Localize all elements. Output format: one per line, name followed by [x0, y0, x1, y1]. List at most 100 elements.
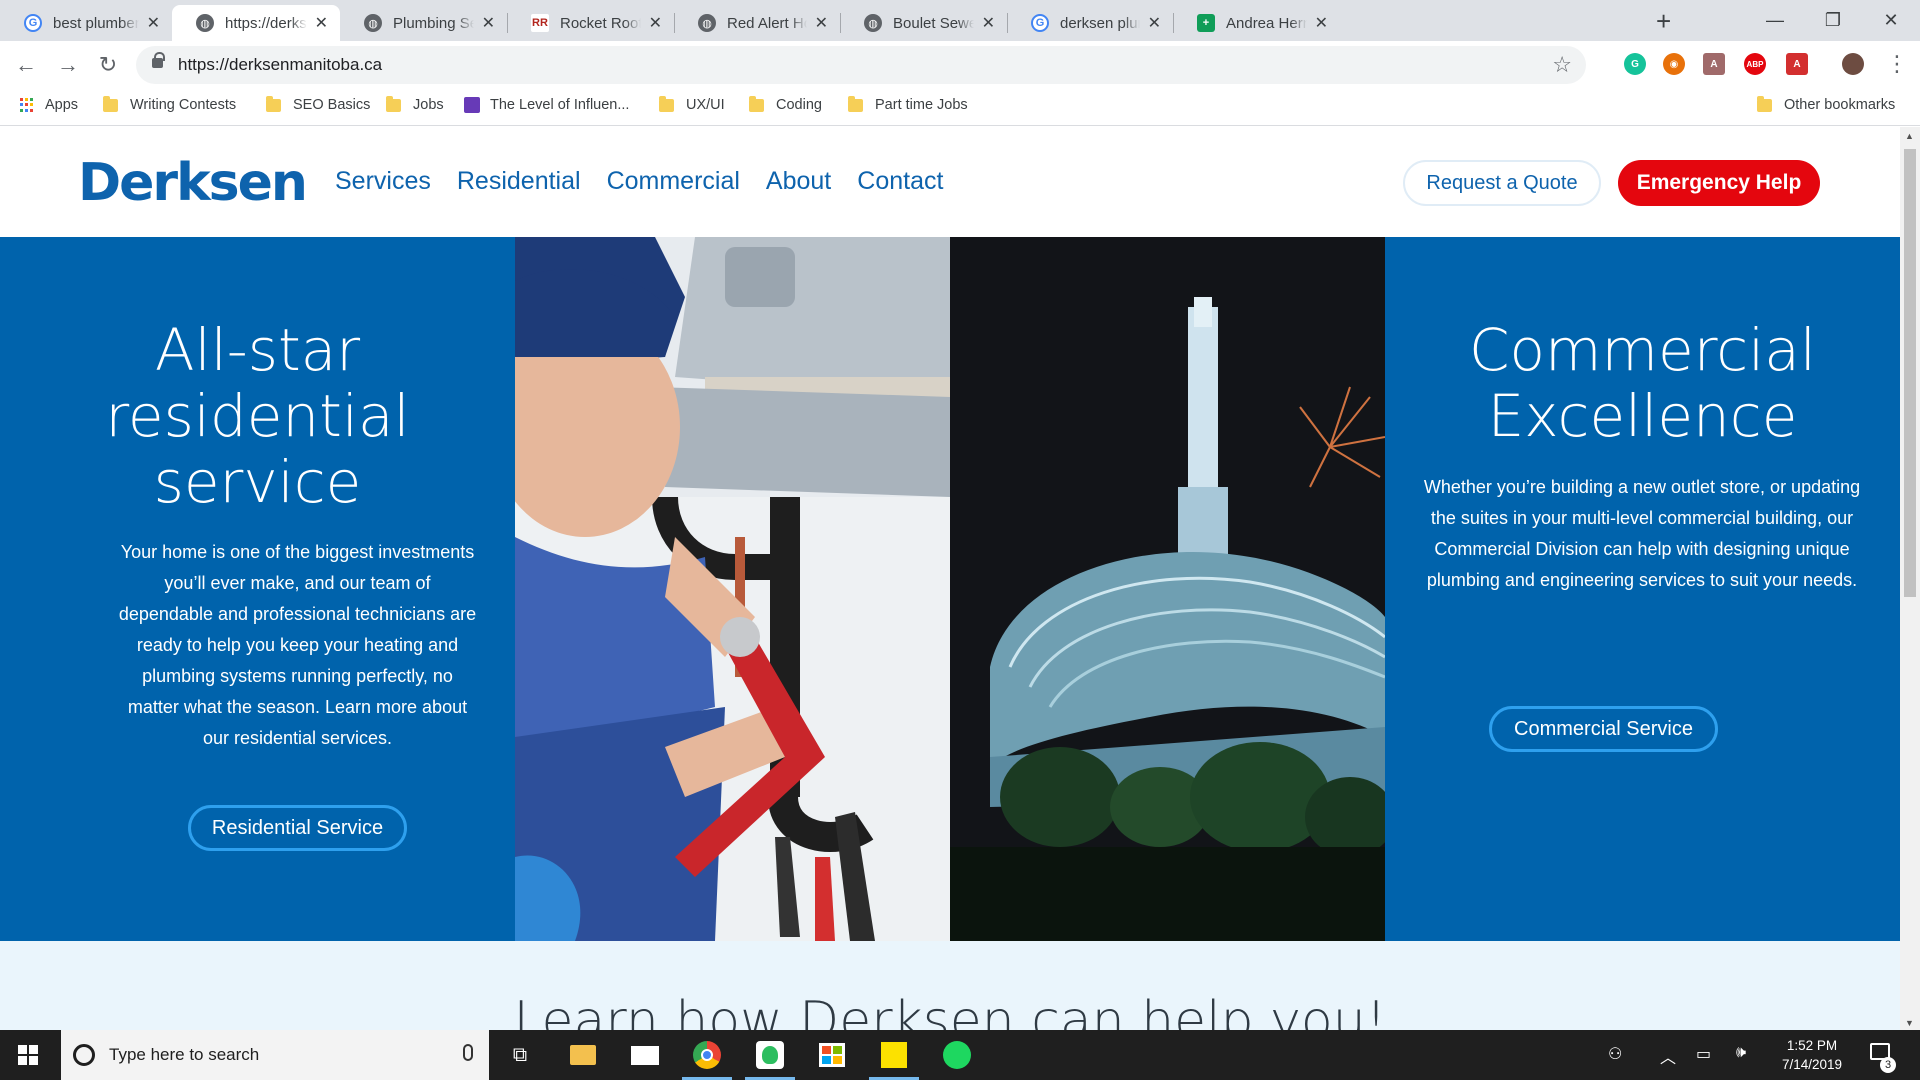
derksen-logo[interactable]: Derksen — [78, 153, 308, 213]
close-icon[interactable]: ✕ — [1148, 13, 1161, 33]
commercial-panel: Commercial Excellence Whether you’re bui… — [1385, 237, 1900, 941]
plumber-photo — [515, 237, 950, 941]
tab-red-alert[interactable]: ◍ Red Alert Home | Plumbing ✕ — [674, 5, 840, 41]
bookmark-jobs[interactable]: Jobs — [386, 95, 444, 113]
nav-commercial[interactable]: Commercial — [607, 167, 740, 196]
people-icon[interactable]: ⚇ — [1608, 1044, 1622, 1064]
commercial-title: Commercial Excellence — [1469, 316, 1816, 450]
close-icon[interactable]: ✕ — [649, 13, 662, 33]
bookmark-label: Other bookmarks — [1784, 97, 1896, 113]
acrobat-icon[interactable]: A — [1786, 53, 1808, 75]
pdf-tool-icon[interactable]: A — [1703, 53, 1725, 75]
close-icon[interactable]: ✕ — [815, 13, 828, 33]
commercial-service-button[interactable]: Commercial Service — [1489, 706, 1718, 752]
profile-avatar-icon[interactable] — [1842, 53, 1864, 75]
reload-icon: ↻ — [98, 52, 118, 77]
tab-boulet-sewer[interactable]: ◍ Boulet Sewer & Drain ✕ — [840, 5, 1007, 41]
tab-title: Rocket Rooter | Winnipeg — [560, 14, 641, 32]
close-icon[interactable]: ✕ — [1315, 13, 1328, 33]
notification-count-badge: 3 — [1880, 1057, 1896, 1073]
scroll-up-arrow-icon[interactable]: ▲ — [1905, 131, 1914, 141]
bookmark-writing-contests[interactable]: Writing Contests — [103, 95, 236, 113]
folder-icon — [266, 95, 281, 112]
close-icon[interactable]: ✕ — [315, 13, 328, 33]
tab-derksen-plumbing-search[interactable]: G derksen plumbing ✕ — [1007, 5, 1173, 41]
nav-about[interactable]: About — [766, 167, 831, 196]
bookmark-ux-ui[interactable]: UX/UI — [659, 95, 725, 113]
residential-panel: All-star residential service Your home i… — [0, 237, 515, 941]
bookmark-seo-basics[interactable]: SEO Basics — [266, 95, 371, 113]
bookmark-label: SEO Basics — [293, 97, 371, 113]
new-tab-button[interactable]: + — [1656, 6, 1671, 37]
chrome-menu-icon[interactable]: ⋮ — [1886, 51, 1908, 77]
bookmark-apps[interactable]: Apps — [20, 97, 78, 113]
tab-rocket-rooter[interactable]: RR Rocket Rooter | Winnipeg ✕ — [507, 5, 674, 41]
reload-button[interactable]: ↻ — [94, 51, 122, 79]
spotify-icon[interactable] — [941, 1039, 973, 1071]
url-text[interactable]: https://derksenmanitoba.ca — [178, 55, 382, 75]
emergency-help-button[interactable]: Emergency Help — [1618, 160, 1820, 206]
tab-plumbing-service[interactable]: ◍ Plumbing Service & Repair ✕ — [340, 5, 507, 41]
bookmark-star-icon[interactable]: ☆ — [1552, 52, 1572, 78]
intro-section: Learn how Derksen can help you! — [0, 941, 1900, 1030]
restore-button[interactable]: ❐ — [1804, 0, 1862, 41]
close-icon[interactable]: ✕ — [982, 13, 995, 33]
scroll-thumb[interactable] — [1904, 149, 1916, 597]
main-nav: Services Residential Commercial About Co… — [335, 167, 943, 196]
volume-icon[interactable]: 🕪 — [1736, 1044, 1746, 1062]
folder-icon — [749, 95, 764, 112]
forward-arrow-icon: → — [57, 52, 79, 77]
clock-time: 1:52 PM — [1786, 1038, 1838, 1053]
forward-button[interactable]: → — [54, 51, 82, 79]
nav-residential[interactable]: Residential — [457, 167, 581, 196]
evernote-icon[interactable] — [754, 1039, 786, 1071]
sticky-notes-icon[interactable] — [878, 1039, 910, 1071]
store-icon[interactable] — [816, 1039, 848, 1071]
scroll-down-arrow-icon[interactable]: ▼ — [1905, 1018, 1914, 1028]
chrome-icon[interactable] — [691, 1039, 723, 1071]
close-icon: ✕ — [1883, 10, 1899, 30]
tab-derksen[interactable]: ◍ https://derksenmanitoba.ca ✕ — [172, 5, 340, 41]
bookmark-level-of-influence[interactable]: The Level of Influen... — [464, 97, 629, 113]
page-scrollbar[interactable]: ▲ ▼ — [1900, 127, 1920, 1030]
back-button[interactable]: ← — [12, 51, 40, 79]
address-bar[interactable]: https://derksenmanitoba.ca ☆ — [136, 46, 1586, 84]
bookmark-coding[interactable]: Coding — [749, 95, 822, 113]
grammarly-icon[interactable]: G — [1624, 53, 1646, 75]
mail-icon[interactable] — [629, 1039, 661, 1071]
extension-icon[interactable]: ◉ — [1663, 53, 1685, 75]
bookmarks-bar: Apps Writing Contests SEO Basics Jobs Th… — [0, 89, 1920, 126]
tab-title: Boulet Sewer & Drain — [893, 14, 974, 32]
tab-strip: G best plumbers in winnipeg ✕ ◍ https://… — [0, 0, 1920, 41]
close-window-button[interactable]: ✕ — [1862, 0, 1920, 41]
tab-google-search[interactable]: G best plumbers in winnipeg ✕ — [0, 5, 172, 41]
tab-andrea-hernandez[interactable]: + Andrea Hernandez ✕ — [1173, 5, 1340, 41]
task-view-icon[interactable]: ⧉ — [504, 1039, 536, 1071]
file-explorer-icon[interactable] — [567, 1039, 599, 1071]
clock-date: 7/14/2019 — [1781, 1057, 1843, 1072]
show-hidden-icons-icon[interactable]: ︿ — [1660, 1044, 1676, 1068]
globe-icon: ◍ — [364, 14, 382, 32]
site-header: Derksen Services Residential Commercial … — [0, 127, 1900, 237]
bookmark-part-time-jobs[interactable]: Part time Jobs — [848, 95, 968, 113]
bookmark-label: Coding — [776, 97, 822, 113]
system-clock[interactable]: 1:52 PM 7/14/2019 — [1772, 1036, 1852, 1074]
bookmark-other-bookmarks[interactable]: Other bookmarks — [1757, 95, 1896, 113]
residential-service-button[interactable]: Residential Service — [188, 805, 407, 851]
adblock-plus-icon[interactable]: ABP — [1744, 53, 1766, 75]
battery-icon[interactable]: ▭ — [1696, 1044, 1711, 1064]
close-icon[interactable]: ✕ — [147, 13, 160, 33]
windows-start-icon[interactable] — [18, 1045, 38, 1065]
microphone-icon[interactable] — [463, 1044, 473, 1061]
windows-taskbar: Type here to search ⧉ ⚇ ︿ ▭ 🕪 1:52 PM 7/… — [0, 1030, 1920, 1080]
taskbar-search-box[interactable]: Type here to search — [61, 1030, 489, 1080]
tab-title: Red Alert Home | Plumbing — [727, 14, 807, 32]
nav-contact[interactable]: Contact — [857, 167, 943, 196]
nav-services[interactable]: Services — [335, 167, 431, 196]
request-quote-button[interactable]: Request a Quote — [1403, 160, 1601, 206]
sheets-icon: + — [1197, 14, 1215, 32]
tab-title: best plumbers in winnipeg — [53, 14, 139, 32]
minimize-button[interactable]: — — [1746, 0, 1804, 41]
close-icon[interactable]: ✕ — [482, 13, 495, 33]
page-icon — [464, 97, 480, 113]
